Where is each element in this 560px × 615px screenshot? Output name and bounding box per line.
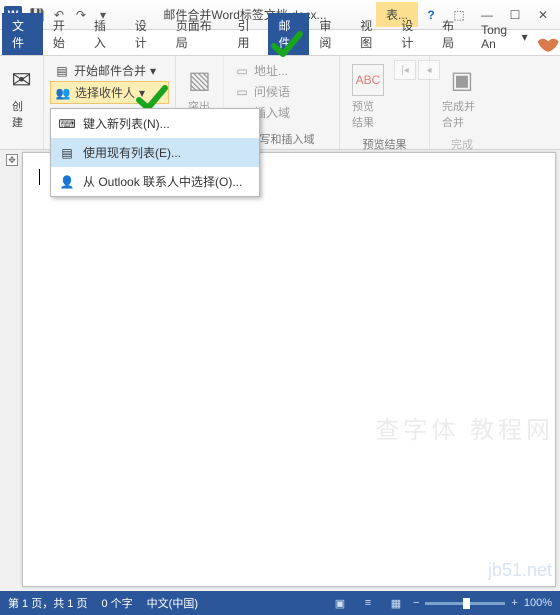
envelope-icon: ✉ [6, 64, 38, 96]
first-record-button[interactable]: |◂ [394, 60, 416, 80]
group-label-finish: 完成 [436, 134, 488, 152]
status-language[interactable]: 中文(中国) [147, 595, 198, 611]
tab-page-layout[interactable]: 页面布局 [166, 13, 228, 55]
tab-home[interactable]: 开始 [43, 13, 84, 55]
watermark-text-2: jb51.net [488, 560, 552, 581]
highlight-icon: ▧ [184, 64, 216, 96]
tab-design[interactable]: 设计 [125, 13, 166, 55]
start-mail-merge-button[interactable]: ▤ 开始邮件合并 ▾ [50, 60, 169, 81]
select-recipients-label: 选择收件人 [75, 84, 135, 101]
preview-label: 预览结果 [352, 98, 384, 130]
greeting-line-button[interactable]: ▭ 问候语 [230, 81, 333, 102]
group-create: ✉ 创建 [0, 56, 44, 149]
dropdown-item-from-outlook[interactable]: 👤 从 Outlook 联系人中选择(O)... [51, 167, 259, 196]
preview-results-button[interactable]: ABC 预览结果 [346, 60, 390, 134]
type-new-label: 键入新列表(N)... [83, 115, 170, 132]
user-label: Tong An [481, 23, 518, 51]
address-block-button[interactable]: ▭ 地址... [230, 60, 333, 81]
group-label-preview: 预览结果 [346, 134, 423, 152]
view-print-button[interactable]: ≡ [357, 594, 379, 612]
annotation-check-1 [270, 30, 304, 60]
zoom-plus[interactable]: + [511, 597, 517, 609]
outlook-icon: 👤 [59, 174, 75, 190]
from-outlook-label: 从 Outlook 联系人中选择(O)... [83, 173, 242, 190]
account-name[interactable]: Tong An ▾ [473, 19, 536, 55]
zoom-thumb[interactable] [463, 598, 470, 609]
finish-merge-button[interactable]: ▣ 完成并合并 [436, 60, 488, 134]
finish-label: 完成并合并 [442, 98, 482, 130]
start-merge-label: 开始邮件合并 [74, 62, 146, 79]
zoom-level[interactable]: 100% [524, 597, 552, 609]
view-read-button[interactable]: ▣ [329, 594, 351, 612]
finish-icon: ▣ [446, 64, 478, 96]
greeting-icon: ▭ [234, 84, 250, 100]
tab-table-layout[interactable]: 布局 [432, 13, 473, 55]
document-icon: ▤ [54, 63, 70, 79]
document-canvas[interactable] [22, 152, 556, 587]
handshake-icon [536, 33, 560, 55]
view-web-button[interactable]: ▦ [385, 594, 407, 612]
select-recipients-dropdown: ⌨ 键入新列表(N)... ▤ 使用现有列表(E)... 👤 从 Outlook… [50, 108, 260, 197]
address-icon: ▭ [234, 63, 250, 79]
tab-review[interactable]: 审阅 [309, 13, 350, 55]
abc-icon: ABC [352, 64, 384, 96]
status-word-count[interactable]: 0 个字 [101, 595, 132, 611]
text-cursor [39, 169, 40, 185]
status-page[interactable]: 第 1 页，共 1 页 [8, 595, 87, 611]
people-icon: 👥 [55, 85, 71, 101]
dropdown-item-use-existing-list[interactable]: ▤ 使用现有列表(E)... [51, 138, 259, 167]
tab-table-design[interactable]: 设计 [391, 13, 432, 55]
tab-view[interactable]: 视图 [350, 13, 391, 55]
address-label: 地址... [254, 62, 288, 79]
tab-references[interactable]: 引用 [228, 13, 269, 55]
group-preview: ABC 预览结果 |◂ ◂ 预览结果 [340, 56, 430, 149]
greeting-label: 问候语 [254, 83, 290, 100]
watermark-text-1: 查字体 教程网 [375, 410, 554, 445]
zoom-minus[interactable]: − [413, 597, 419, 609]
zoom-slider[interactable] [425, 602, 505, 605]
create-button[interactable]: ✉ 创建 [6, 60, 37, 134]
use-existing-label: 使用现有列表(E)... [83, 144, 181, 161]
table-move-handle[interactable]: ✥ [6, 154, 18, 166]
create-label: 创建 [12, 98, 31, 130]
tab-insert[interactable]: 插入 [84, 13, 125, 55]
status-bar: 第 1 页，共 1 页 0 个字 中文(中国) ▣ ≡ ▦ − + 100% [0, 591, 560, 615]
group-finish: ▣ 完成并合并 完成 [430, 56, 494, 149]
tab-file[interactable]: 文件 [2, 13, 43, 55]
list-icon: ▤ [59, 145, 75, 161]
keyboard-icon: ⌨ [59, 116, 75, 132]
dropdown-item-type-new-list[interactable]: ⌨ 键入新列表(N)... [51, 109, 259, 138]
